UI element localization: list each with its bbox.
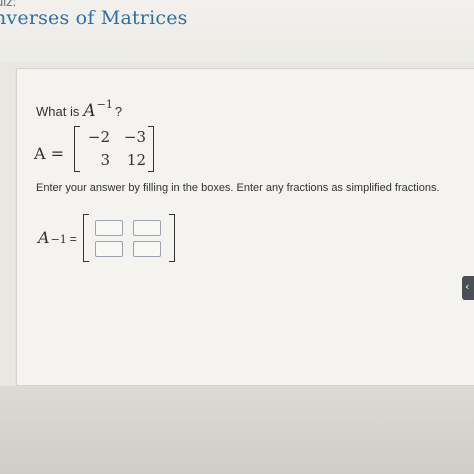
question-text: What is xyxy=(36,104,80,119)
answer-symbol: A xyxy=(38,228,50,247)
matrix-a-cell: 12 xyxy=(126,151,146,169)
matrix-a-cell: −2 xyxy=(87,128,110,146)
page-title: nverses of Matrices xyxy=(0,7,188,29)
chevron-left-icon: ‹ xyxy=(465,280,470,293)
answer-exponent: −1 xyxy=(50,233,67,246)
right-bracket xyxy=(148,126,154,172)
question-mark: ? xyxy=(114,104,123,119)
matrix-a-cell: −3 xyxy=(123,128,146,146)
matrix-a-label: A = xyxy=(34,144,65,163)
answer-input-r2c1[interactable] xyxy=(95,241,123,257)
matrix-a: −2 −3 3 12 xyxy=(74,126,154,172)
answer-input-r1c2[interactable] xyxy=(133,220,161,236)
answer-input-r2c2[interactable] xyxy=(133,241,161,257)
answer-label: A −1 = xyxy=(38,228,77,247)
right-bracket xyxy=(169,214,175,262)
question-exponent: −1 xyxy=(96,98,113,111)
question-prompt: What is A−1 ? xyxy=(36,98,122,121)
answer-input-r1c1[interactable] xyxy=(95,220,123,236)
question-symbol: A−1 xyxy=(83,98,113,121)
answer-matrix xyxy=(83,214,175,262)
side-panel-toggle[interactable]: ‹ xyxy=(462,276,474,300)
page-background xyxy=(0,386,474,474)
matrix-a-cell: 3 xyxy=(100,151,110,169)
header-band: uiz: nverses of Matrices xyxy=(0,0,474,62)
instruction-text: Enter your answer by filling in the boxe… xyxy=(36,182,440,194)
answer-equals: = xyxy=(69,232,77,246)
left-bracket xyxy=(83,214,89,262)
